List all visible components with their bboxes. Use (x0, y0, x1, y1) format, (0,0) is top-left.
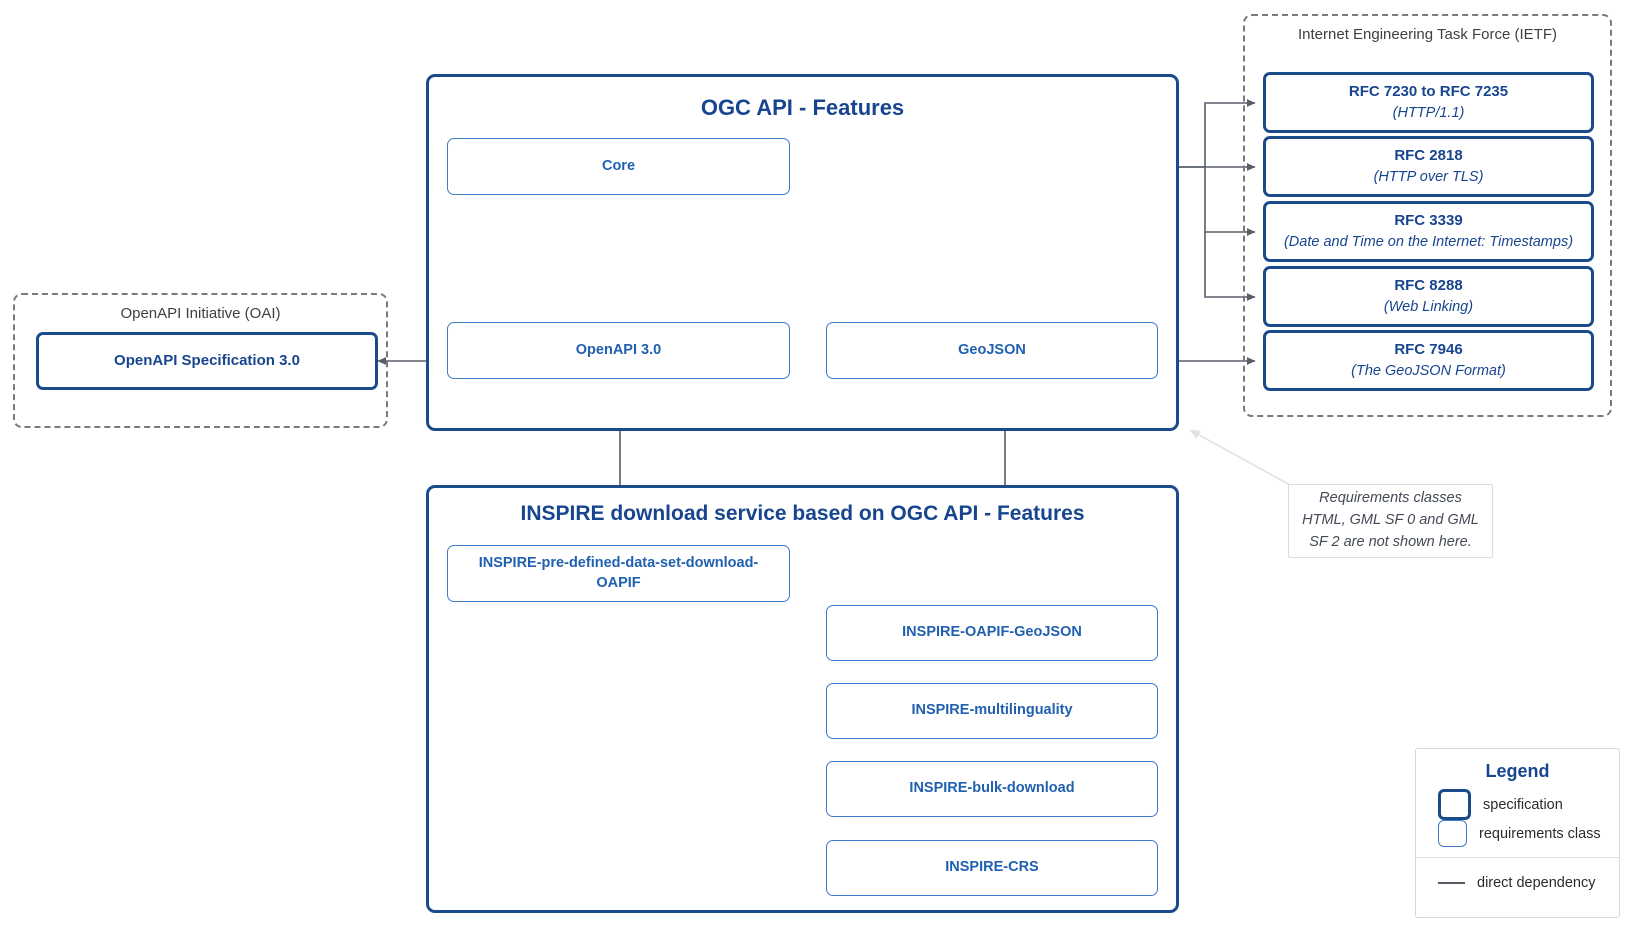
rfc-8288-box[interactable]: RFC 8288 (Web Linking) (1263, 266, 1594, 327)
requirements-classes-note-text: Requirements classes HTML, GML SF 0 and … (1302, 490, 1479, 550)
legend-row-direct-dependency: direct dependency (1416, 868, 1619, 897)
legend-label-specification: specification (1483, 796, 1563, 813)
inspire-download-service-title: INSPIRE download service based on OGC AP… (520, 502, 1085, 525)
direct-dependency-line-icon (1438, 881, 1465, 884)
legend-title: Legend (1485, 761, 1550, 781)
legend-row-requirements-class: requirements class (1416, 819, 1619, 848)
ogc-core-label: Core (601, 157, 636, 174)
inspire-oapif-geojson-box[interactable]: INSPIRE-OAPIF-GeoJSON (826, 605, 1158, 661)
rfc-7230-to-7235-label: RFC 7230 to RFC 7235 (HTTP/1.1) (1348, 83, 1509, 121)
inspire-bulk-download-label: INSPIRE-bulk-download (909, 780, 1075, 797)
inspire-pre-defined-data-set-download-oapif-label: INSPIRE-pre-defined-data-set-download-OA… (478, 554, 759, 591)
ogc-core-box[interactable]: Core (447, 138, 790, 195)
rfc-2818-box[interactable]: RFC 2818 (HTTP over TLS) (1263, 136, 1594, 197)
rfc-8288-label: RFC 8288 (Web Linking) (1383, 277, 1474, 315)
inspire-oapif-geojson-label: INSPIRE-OAPIF-GeoJSON (902, 624, 1082, 641)
wire-note-leader (1189, 429, 1291, 486)
legend-divider (1416, 857, 1619, 858)
ogc-openapi-30-box[interactable]: OpenAPI 3.0 (447, 322, 790, 379)
inspire-bulk-download-box[interactable]: INSPIRE-bulk-download (826, 761, 1158, 817)
diagram-canvas: OpenAPI Initiative (OAI) OpenAPI Specifi… (0, 0, 1625, 932)
inspire-crs-box[interactable]: INSPIRE-CRS (826, 840, 1158, 896)
inspire-crs-label: INSPIRE-CRS (945, 859, 1039, 876)
rfc-7230-to-7235-box[interactable]: RFC 7230 to RFC 7235 (HTTP/1.1) (1263, 72, 1594, 133)
inspire-multilinguality-label: INSPIRE-multilinguality (911, 702, 1073, 719)
inspire-pre-defined-data-set-download-oapif-box[interactable]: INSPIRE-pre-defined-data-set-download-OA… (447, 545, 790, 602)
legend-label-direct-dependency: direct dependency (1477, 874, 1596, 891)
inspire-multilinguality-box[interactable]: INSPIRE-multilinguality (826, 683, 1158, 739)
requirements-class-swatch-icon (1438, 820, 1467, 847)
rfc-7946-box[interactable]: RFC 7946 (The GeoJSON Format) (1263, 330, 1594, 391)
requirements-classes-note: Requirements classes HTML, GML SF 0 and … (1288, 484, 1493, 558)
ogc-openapi-30-label: OpenAPI 3.0 (575, 341, 662, 358)
ogc-api-features-title: OGC API - Features (700, 95, 905, 120)
ietf-title: Internet Engineering Task Force (IETF) (1298, 26, 1557, 43)
rfc-7946-label: RFC 7946 (The GeoJSON Format) (1351, 341, 1506, 379)
openapi-specification-30-label: OpenAPI Specification 3.0 (114, 352, 300, 370)
rfc-3339-box[interactable]: RFC 3339 (Date and Time on the Internet:… (1263, 201, 1594, 262)
rfc-2818-label: RFC 2818 (HTTP over TLS) (1373, 147, 1484, 185)
specification-swatch-icon (1438, 789, 1471, 820)
openapi-initiative-title: OpenAPI Initiative (OAI) (120, 305, 281, 322)
ogc-geojson-label: GeoJSON (958, 341, 1026, 358)
legend-panel: Legend specification requirements class … (1415, 748, 1620, 918)
rfc-3339-label: RFC 3339 (Date and Time on the Internet:… (1283, 212, 1574, 250)
openapi-specification-30-box[interactable]: OpenAPI Specification 3.0 (36, 332, 378, 390)
legend-label-requirements-class: requirements class (1479, 825, 1601, 842)
legend-row-specification: specification (1416, 789, 1619, 820)
ogc-geojson-box[interactable]: GeoJSON (826, 322, 1158, 379)
